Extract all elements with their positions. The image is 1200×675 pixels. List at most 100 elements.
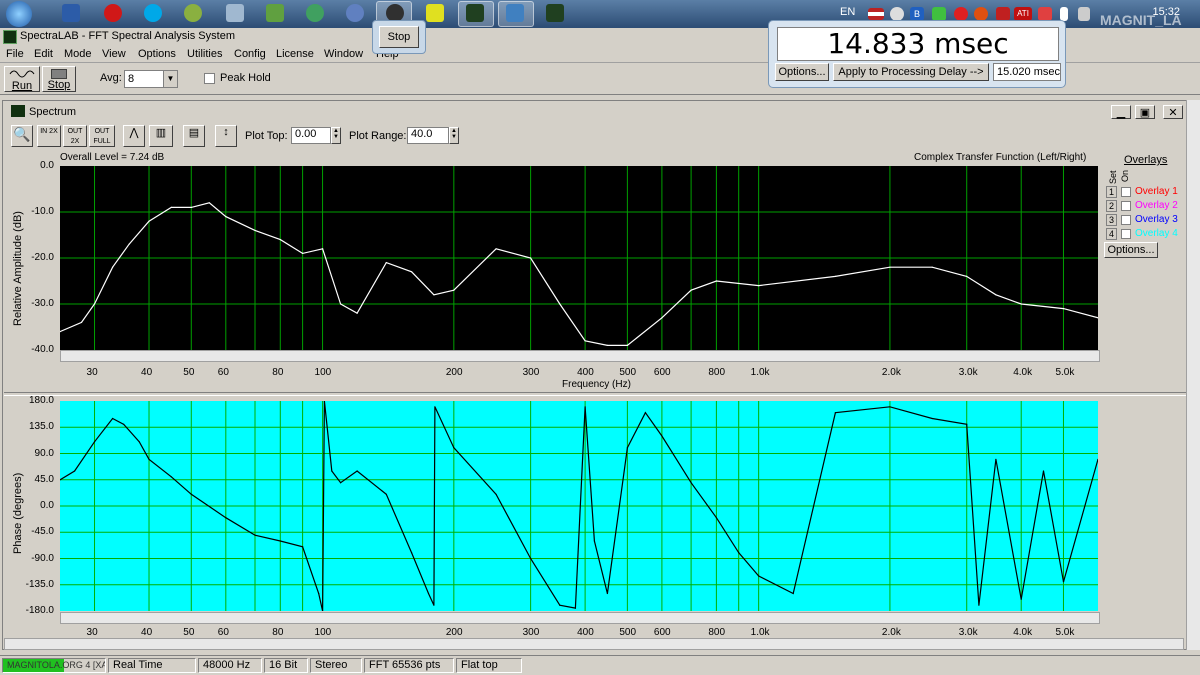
skype-icon[interactable] [144,4,162,22]
overlay-set-button[interactable]: 3 [1106,214,1117,226]
window-horizontal-scrollbar[interactable] [4,638,1184,650]
avg-label: Avg: [100,72,122,84]
amplitude-chart[interactable] [60,166,1098,350]
peak-hold-checkbox[interactable] [204,73,215,84]
tray-icon[interactable] [1038,7,1052,21]
phase-plot[interactable] [60,401,1098,611]
delay-display: 14.833 msec [777,27,1059,61]
x-tick-label: 40 [141,627,153,638]
data-point [995,294,997,296]
tray-icon[interactable] [954,7,968,21]
minimize-button[interactable]: ▁ [1111,105,1131,119]
phase-chart[interactable] [60,401,1098,611]
run-button[interactable]: Run [4,66,40,92]
data-point [148,458,150,460]
x-axis-label: Frequency (Hz) [562,379,631,390]
menu-view[interactable]: View [102,48,126,60]
apply-delay-button[interactable]: Apply to Processing Delay --> [833,63,989,81]
ati-tray-icon[interactable]: ATI [1014,7,1032,21]
language-indicator[interactable]: EN [840,6,855,18]
tray-icon[interactable] [974,7,988,21]
save-app-icon[interactable] [62,4,80,22]
x-tick-label: 80 [272,367,284,378]
peak-marker-icon[interactable]: ⋀ [123,125,145,147]
y-tick-label: -135.0 [25,578,54,590]
app-icon[interactable] [506,4,524,22]
overlay-options-button[interactable]: Options... [1104,242,1158,258]
data-point [170,476,172,478]
menu-mode[interactable]: Mode [64,48,92,60]
menu-edit[interactable]: Edit [34,48,53,60]
plot-top-input[interactable]: 0.00 [291,127,331,144]
app-icon[interactable] [546,4,564,22]
amp-horizontal-scrollbar[interactable] [60,350,1100,362]
plot-range-input[interactable]: 40.0 [407,127,449,144]
applied-delay-field[interactable]: 15.020 msec [993,63,1061,81]
series-line [60,202,1098,346]
volume-icon[interactable] [1078,7,1090,21]
start-orb-icon[interactable] [6,1,32,27]
menu-license[interactable]: License [276,48,314,60]
zoom-out-2x-button[interactable]: OUT 2X [63,125,87,147]
peak-hold-label: Peak Hold [220,72,271,84]
x-tick-label: 400 [577,627,594,638]
y-tick-label: 135.0 [28,421,54,433]
overlay-on-checkbox[interactable] [1121,201,1131,211]
menu-options[interactable]: Options [138,48,176,60]
vertical-scale-icon[interactable]: ↕ [215,125,237,147]
tray-icon[interactable] [932,7,946,21]
restore-button[interactable]: ▣ [1135,105,1155,119]
app-icon[interactable] [306,4,324,22]
delay-options-button[interactable]: Options... [775,63,829,81]
bars-icon[interactable]: ▥ [149,125,173,147]
tray-icon[interactable] [996,7,1010,21]
app-icon[interactable] [226,4,244,22]
phase-horizontal-scrollbar[interactable] [60,612,1100,624]
x-tick-label: 60 [217,627,229,638]
app-icon[interactable] [346,4,364,22]
plot-range-label: Plot Range: [349,130,407,142]
chevron-down-icon[interactable]: ▼ [163,71,177,87]
data-point [584,406,586,408]
close-button[interactable]: ✕ [1163,105,1183,119]
data-point [385,262,387,264]
overlay-set-button[interactable]: 2 [1106,200,1117,212]
plot-divider[interactable] [4,392,1186,396]
data-point [661,435,663,437]
menu-config[interactable]: Config [234,48,266,60]
stop-label: Stop [47,79,71,91]
overlay-on-checkbox[interactable] [1121,187,1131,197]
data-point [530,257,532,259]
data-point [170,206,172,208]
x-tick-label: 50 [183,367,195,378]
stop-popup: Stop [372,20,426,54]
utorrent-icon[interactable] [266,4,284,22]
window-vertical-scrollbar[interactable] [1186,100,1200,650]
opera-icon[interactable] [104,4,122,22]
clock[interactable]: 15:32 [1152,6,1180,18]
zoom-icon[interactable]: 🔍 [11,125,33,147]
menu-window[interactable]: Window [324,48,363,60]
battery-icon[interactable] [1060,7,1068,21]
menu-utilities[interactable]: Utilities [187,48,222,60]
plot-top-spinner[interactable]: ▲ ▼ [331,127,341,144]
zoom-out-full-button[interactable]: OUT FULL [89,125,115,147]
stop-button[interactable]: Stop [42,66,76,92]
tray-b-icon[interactable]: B [910,7,924,21]
zoom-in-2x-button[interactable]: IN 2X [37,125,61,147]
menu-file[interactable]: File [6,48,24,60]
overlay-set-button[interactable]: 1 [1106,186,1117,198]
run-label: Run [11,80,33,92]
app-icon[interactable] [426,4,444,22]
stop-popup-button[interactable]: Stop [379,26,419,48]
amplitude-plot[interactable] [60,166,1098,350]
overlay-on-checkbox[interactable] [1121,215,1131,225]
table-icon[interactable]: ▤ [183,125,205,147]
overlay-on-checkbox[interactable] [1121,229,1131,239]
avg-select[interactable]: 8 ▼ [124,70,178,88]
plot-range-spinner[interactable]: ▲ ▼ [449,127,459,144]
spectralab-icon[interactable] [466,4,484,22]
app-icon[interactable] [184,4,202,22]
overlay-set-button[interactable]: 4 [1106,228,1117,240]
tray-icon[interactable] [890,7,904,21]
